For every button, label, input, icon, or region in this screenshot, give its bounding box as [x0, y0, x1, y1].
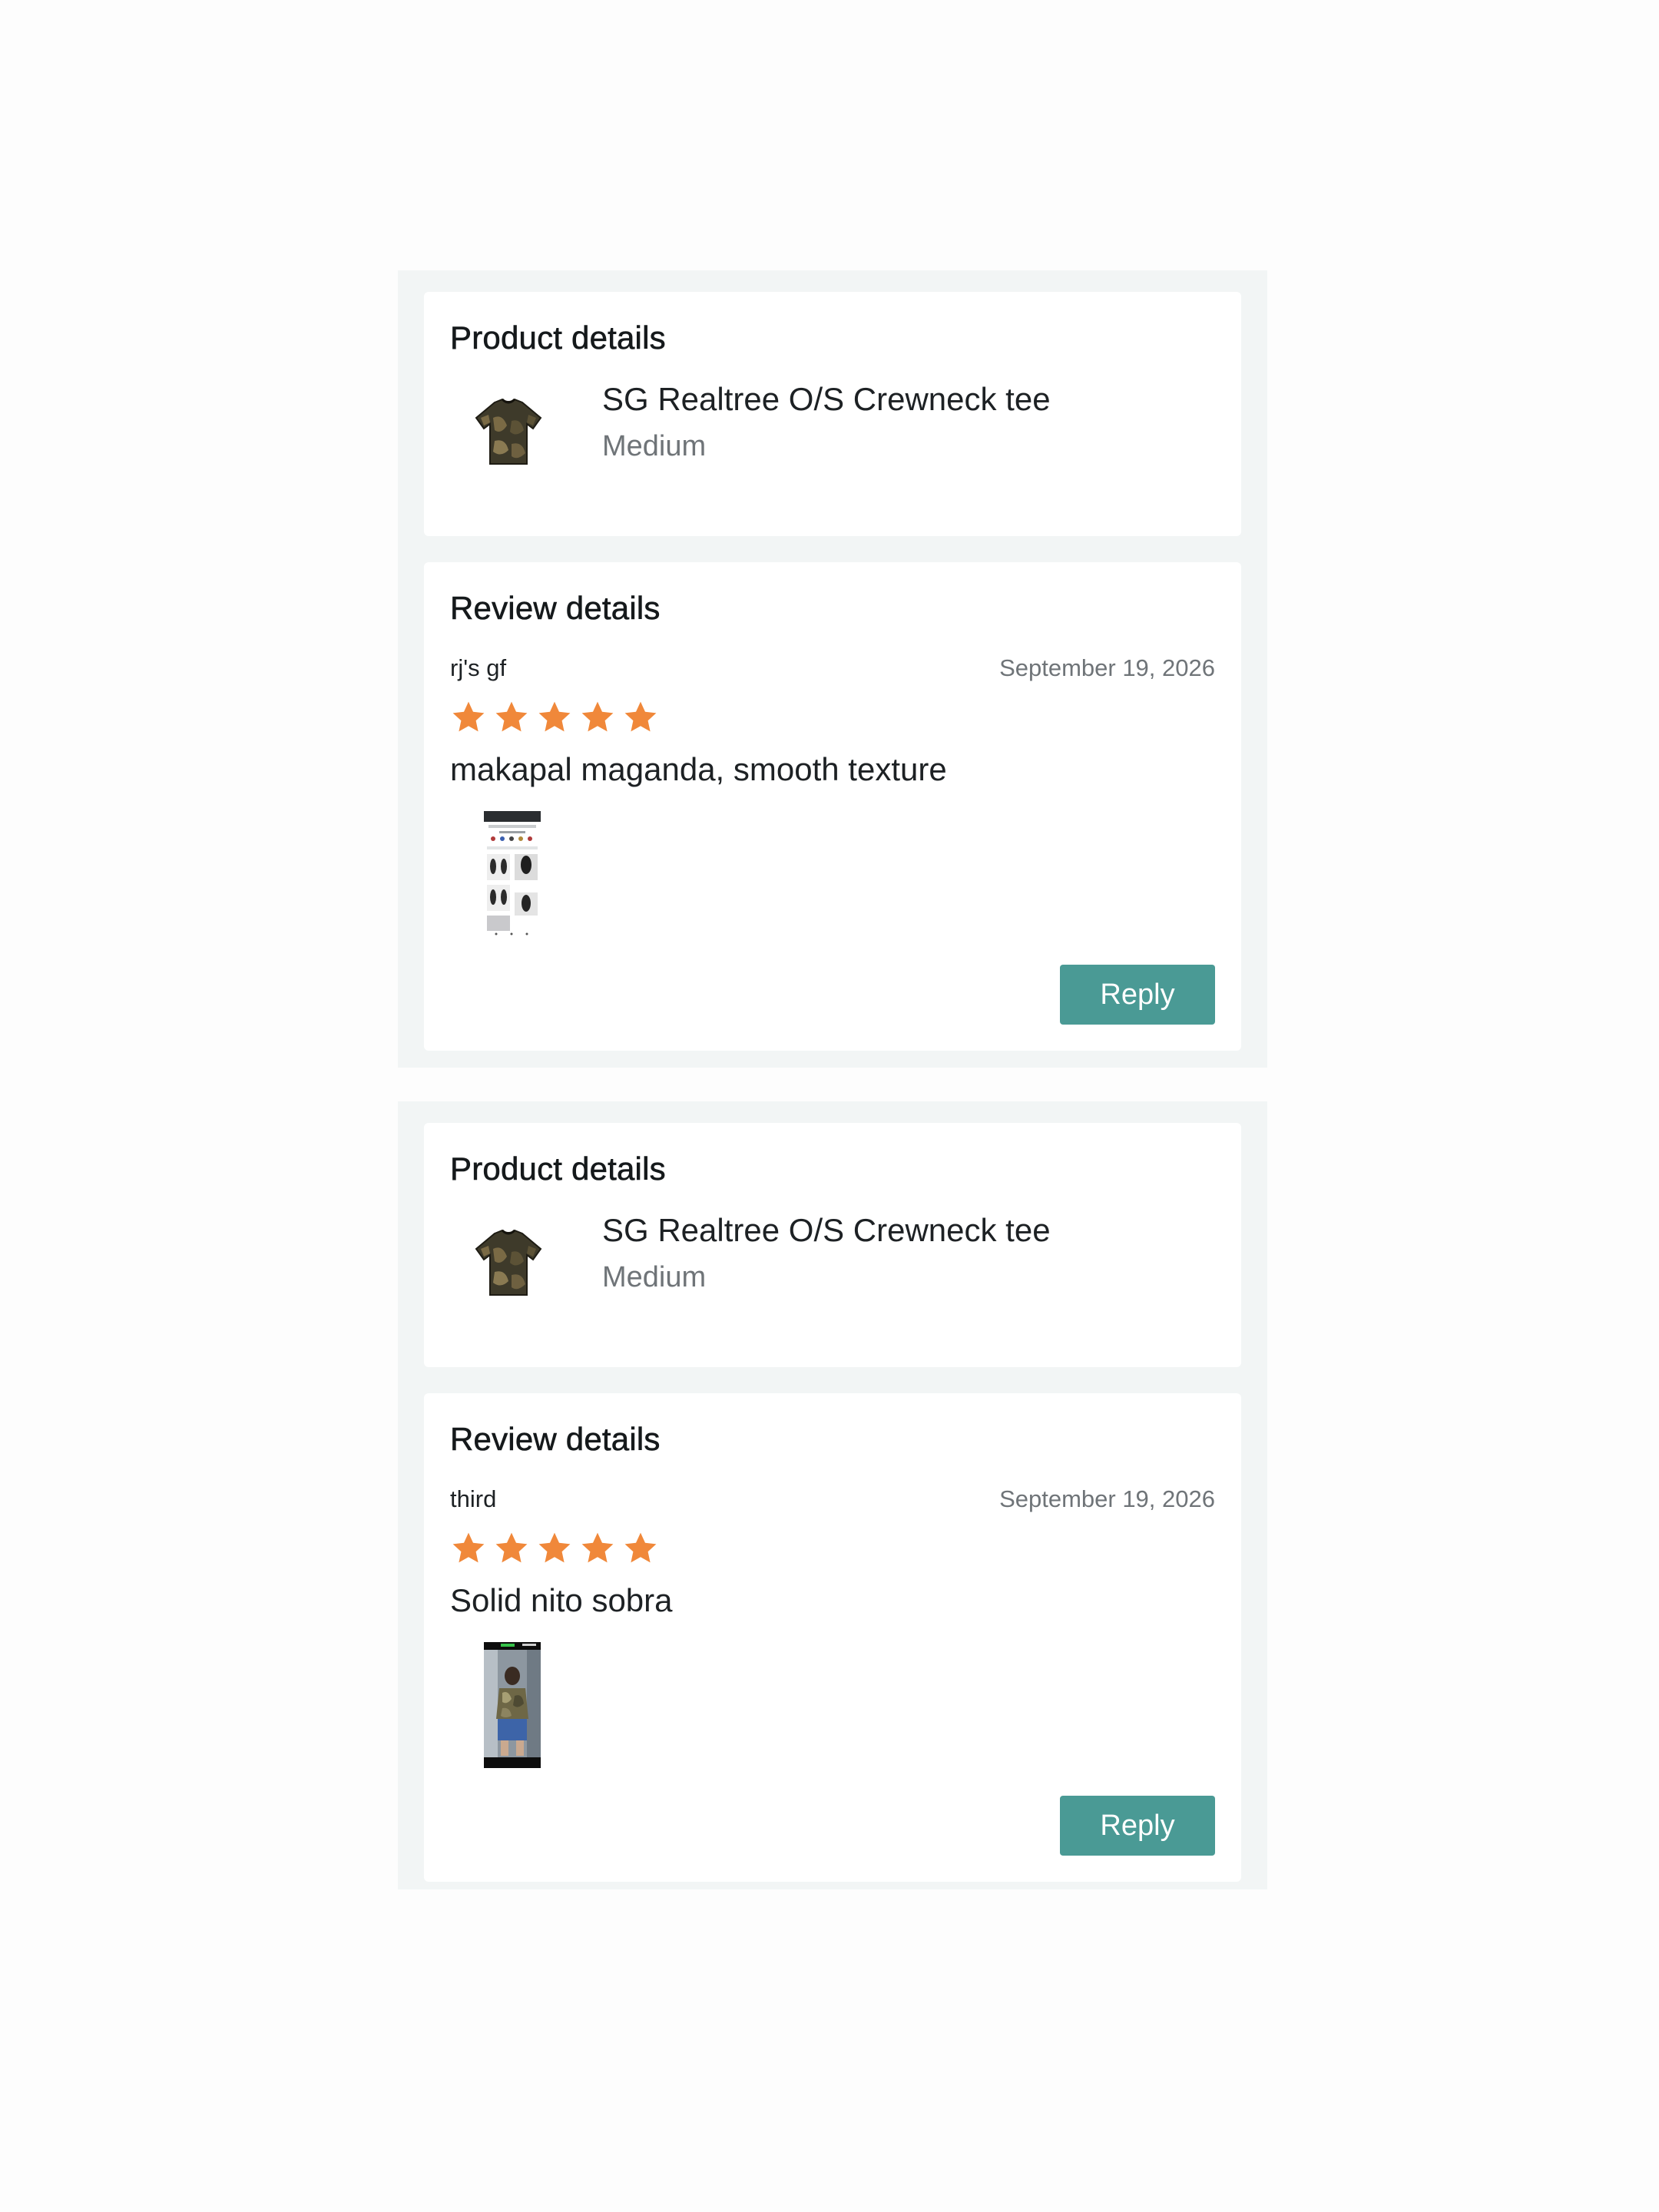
product-details-heading: Product details [450, 320, 666, 356]
product-name: SG Realtree O/S Crewneck tee [602, 381, 1051, 417]
product-row: SG Realtree O/S Crewneck tee Medium [450, 1187, 1215, 1310]
review-photo[interactable] [484, 811, 541, 937]
review-text: makapal maganda, smooth texture [450, 751, 947, 787]
star-icon [452, 1532, 485, 1563]
review-block: Product details SG Realtree O/S Crewneck… [398, 1101, 1267, 1889]
review-details-card: Review details rj's gf September 19, 202… [424, 562, 1241, 1051]
product-variant: Medium [602, 430, 707, 462]
star-rating [450, 1530, 1215, 1568]
reviewer-name: rj's gf [450, 654, 507, 681]
star-icon [495, 1532, 528, 1563]
reply-button[interactable]: Reply [1060, 1796, 1215, 1856]
star-icon [624, 701, 657, 732]
star-rating [450, 699, 1215, 737]
star-icon [452, 701, 485, 732]
review-meta: third September 19, 2026 [450, 1478, 1215, 1524]
reviewer-name: third [450, 1485, 497, 1512]
star-icon [624, 1532, 657, 1563]
product-details-card: Product details SG Realtree O/S Crewneck… [424, 292, 1241, 536]
product-variant: Medium [602, 1261, 707, 1293]
reply-button[interactable]: Reply [1060, 965, 1215, 1025]
product-details-card: Product details SG Realtree O/S Crewneck… [424, 1123, 1241, 1367]
star-icon [581, 701, 614, 732]
review-details-heading: Review details [450, 590, 661, 627]
review-text: Solid nito sobra [450, 1582, 673, 1618]
review-details-heading: Review details [450, 1421, 661, 1458]
review-date: September 19, 2026 [999, 1485, 1215, 1512]
product-row: SG Realtree O/S Crewneck tee Medium [450, 356, 1215, 479]
product-thumbnail[interactable] [472, 1226, 545, 1300]
star-icon [581, 1532, 614, 1563]
review-date: September 19, 2026 [999, 654, 1215, 681]
star-icon [538, 701, 571, 732]
review-block: Product details SG Realtree O/S Crewneck… [398, 270, 1267, 1068]
product-details-heading: Product details [450, 1151, 666, 1187]
star-icon [538, 1532, 571, 1563]
review-meta: rj's gf September 19, 2026 [450, 647, 1215, 693]
product-thumbnail[interactable] [472, 395, 545, 469]
product-name: SG Realtree O/S Crewneck tee [602, 1212, 1051, 1248]
review-photo[interactable] [484, 1642, 541, 1768]
star-icon [495, 701, 528, 732]
review-details-card: Review details third September 19, 2026 … [424, 1393, 1241, 1882]
